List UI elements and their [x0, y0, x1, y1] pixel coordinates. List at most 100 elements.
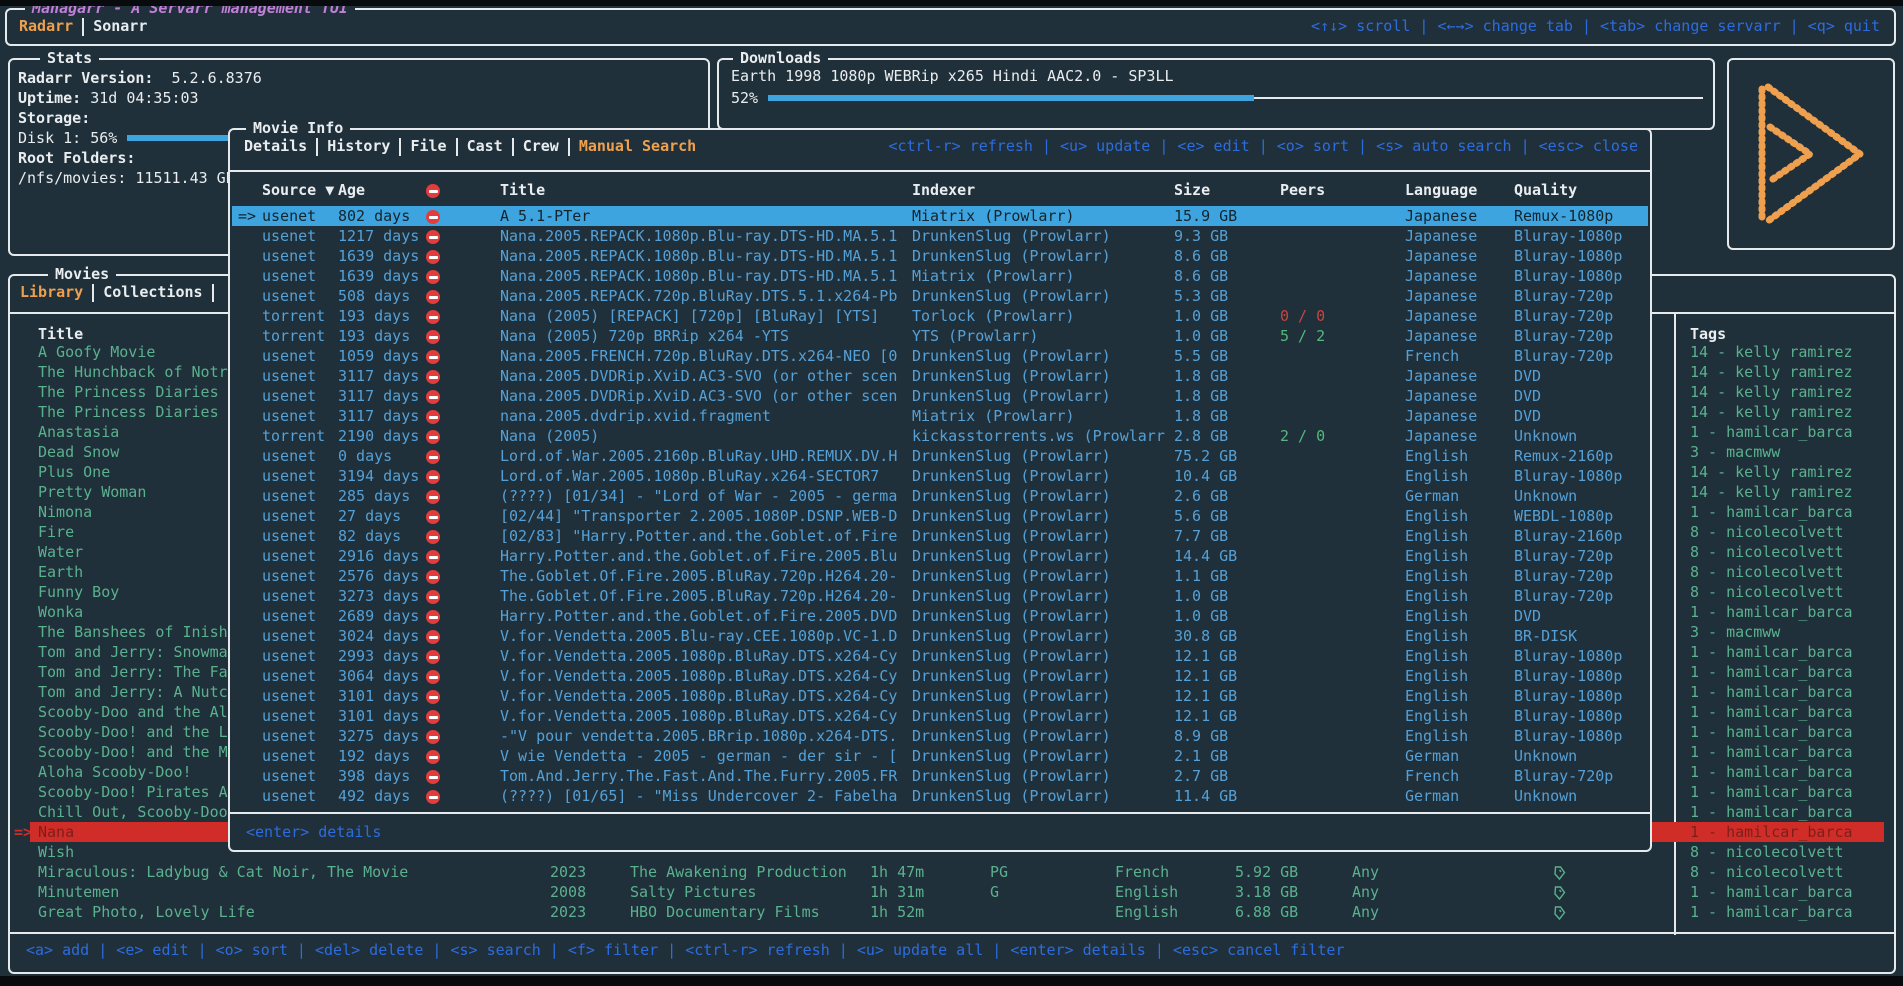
- downloads-panel: Downloads Earth 1998 1080p WEBRip x265 H…: [717, 58, 1715, 130]
- search-result-row[interactable]: usenet 2993 days V.for.Vendetta.2005.108…: [230, 646, 1650, 666]
- movies-tab-library[interactable]: Library: [20, 283, 83, 301]
- download-item[interactable]: Earth 1998 1080p WEBRip x265 Hindi AAC2.…: [731, 66, 1174, 86]
- col-title[interactable]: Title: [500, 180, 908, 200]
- version-label: Radarr Version:: [18, 69, 153, 87]
- search-result-row[interactable]: usenet 27 days [02/44] "Transporter 2.20…: [230, 506, 1650, 526]
- rejected-icon: [426, 709, 440, 729]
- search-result-row[interactable]: => usenet 802 days A 5.1-PTer Miatrix (P…: [230, 206, 1650, 226]
- movie-row[interactable]: Great Photo, Lovely Life 2023 HBO Docume…: [10, 902, 1894, 922]
- search-result-row[interactable]: usenet 3117 days Nana.2005.DVDRip.XviD.A…: [230, 366, 1650, 386]
- modal-tab-history[interactable]: History: [327, 137, 390, 155]
- movie-row[interactable]: Miraculous: Ladybug & Cat Noir, The Movi…: [10, 862, 1894, 882]
- tab-divider: [82, 18, 84, 36]
- col-indexer[interactable]: Indexer: [912, 180, 1170, 200]
- rejected-icon: [426, 269, 440, 289]
- search-result-row[interactable]: usenet 2576 days The.Goblet.Of.Fire.2005…: [230, 566, 1650, 586]
- tag-icon: [1553, 865, 1566, 885]
- bottom-strip: [0, 976, 1903, 986]
- rejected-icon: [426, 549, 440, 569]
- rejected-icon: [426, 569, 440, 589]
- downloads-title: Downloads: [733, 48, 828, 68]
- search-result-row[interactable]: torrent 193 days Nana (2005) [REPACK] [7…: [230, 306, 1650, 326]
- movie-row[interactable]: Minutemen 2008 Salty Pictures 1h 31m G E…: [10, 882, 1894, 902]
- modal-title: Movie Info: [246, 118, 350, 138]
- uptime-label: Uptime:: [18, 89, 81, 107]
- search-result-row[interactable]: usenet 3117 days nana.2005.dvdrip.xvid.f…: [230, 406, 1650, 426]
- movies-keybinds: <a> add | <e> edit | <o> sort | <del> de…: [26, 940, 1345, 960]
- col-peers[interactable]: Peers: [1280, 180, 1370, 200]
- rejected-icon: [426, 329, 440, 349]
- search-result-row[interactable]: usenet 3064 days V.for.Vendetta.2005.108…: [230, 666, 1650, 686]
- modal-keybinds: <ctrl-r> refresh | <u> update | <e> edit…: [888, 136, 1638, 156]
- search-result-row[interactable]: usenet 3101 days V.for.Vendetta.2005.108…: [230, 686, 1650, 706]
- search-result-row[interactable]: torrent 2190 days Nana (2005) kickasstor…: [230, 426, 1650, 446]
- servarr-tab-radarr[interactable]: Radarr: [19, 17, 73, 35]
- rejected-icon: [426, 489, 440, 509]
- search-result-row[interactable]: usenet 1639 days Nana.2005.REPACK.1080p.…: [230, 266, 1650, 286]
- uptime-value: 31d 04:35:03: [90, 89, 198, 107]
- col-size[interactable]: Size: [1174, 180, 1262, 200]
- rejected-icon: [426, 529, 440, 549]
- search-result-row[interactable]: usenet 1059 days Nana.2005.FRENCH.720p.B…: [230, 346, 1650, 366]
- movie-info-modal: Movie Info DetailsHistoryFileCastCrewMan…: [228, 128, 1652, 852]
- modal-header-separator: [230, 170, 1650, 172]
- tab-divider: [399, 138, 401, 156]
- modal-tab-manual-search[interactable]: Manual Search: [579, 137, 696, 155]
- managarr-logo-icon: [1748, 79, 1874, 229]
- modal-tab-cast[interactable]: Cast: [467, 137, 503, 155]
- search-result-row[interactable]: usenet 82 days [02/83] "Harry.Potter.and…: [230, 526, 1650, 546]
- search-result-row[interactable]: usenet 508 days Nana.2005.REPACK.720p.Bl…: [230, 286, 1650, 306]
- tab-divider: [456, 138, 458, 156]
- modal-tab-details[interactable]: Details: [244, 137, 307, 155]
- tab-divider: [568, 138, 570, 156]
- tab-divider: [212, 284, 214, 302]
- tab-divider: [92, 284, 94, 302]
- search-result-row[interactable]: usenet 0 days Lord.of.War.2005.2160p.Blu…: [230, 446, 1650, 466]
- modal-tab-file[interactable]: File: [410, 137, 446, 155]
- tag-icon: [1553, 905, 1566, 925]
- search-result-row[interactable]: usenet 3024 days V.for.Vendetta.2005.Blu…: [230, 626, 1650, 646]
- modal-footer-separator: [230, 812, 1650, 814]
- search-result-row[interactable]: usenet 2916 days Harry.Potter.and.the.Go…: [230, 546, 1650, 566]
- tab-divider: [512, 138, 514, 156]
- search-result-row[interactable]: usenet 1639 days Nana.2005.REPACK.1080p.…: [230, 246, 1650, 266]
- search-result-row[interactable]: usenet 285 days (????) [01/34] - "Lord o…: [230, 486, 1650, 506]
- col-age[interactable]: Age: [338, 180, 428, 200]
- download-progress-bar: [768, 97, 1703, 99]
- managarr-screen: Managarr - A Servarr management TUI Rada…: [0, 0, 1903, 986]
- col-source[interactable]: Source ▼: [262, 180, 344, 200]
- movies-tags-header: Tags: [1690, 324, 1726, 344]
- search-result-row[interactable]: usenet 492 days (????) [01/65] - "Miss U…: [230, 786, 1650, 806]
- search-result-row[interactable]: usenet 3275 days -"V pour vendetta.2005.…: [230, 726, 1650, 746]
- rejected-icon: [426, 369, 440, 389]
- col-quality[interactable]: Quality: [1514, 180, 1650, 200]
- rejected-icon: [426, 649, 440, 669]
- search-result-row[interactable]: usenet 3273 days The.Goblet.Of.Fire.2005…: [230, 586, 1650, 606]
- rejected-icon: [426, 729, 440, 749]
- modal-tab-crew[interactable]: Crew: [523, 137, 559, 155]
- modal-footer-keybinds: <enter> details: [246, 822, 381, 842]
- search-result-row[interactable]: usenet 3194 days Lord.of.War.2005.1080p.…: [230, 466, 1650, 486]
- selection-marker: =>: [14, 822, 32, 842]
- keybinds-separator: [10, 932, 1894, 934]
- search-result-row[interactable]: torrent 193 days Nana (2005) 720p BRRip …: [230, 326, 1650, 346]
- search-result-row[interactable]: usenet 192 days V wie Vendetta - 2005 - …: [230, 746, 1650, 766]
- rejected-icon: [426, 589, 440, 609]
- movies-tab-collections[interactable]: Collections: [103, 283, 202, 301]
- search-result-row[interactable]: usenet 398 days Tom.And.Jerry.The.Fast.A…: [230, 766, 1650, 786]
- rejected-icon: [426, 609, 440, 629]
- rejected-icon: [426, 349, 440, 369]
- rejected-icon: [426, 689, 440, 709]
- storage-label: Storage:: [18, 108, 90, 128]
- tab-divider: [316, 138, 318, 156]
- rejected-icon: [426, 209, 440, 229]
- movies-title: Movies: [48, 264, 116, 284]
- servarr-tab-sonarr[interactable]: Sonarr: [93, 17, 147, 35]
- global-keybinds: <↑↓> scroll | <←→> change tab | <tab> ch…: [1311, 16, 1880, 36]
- search-result-row[interactable]: usenet 3117 days Nana.2005.DVDRip.XviD.A…: [230, 386, 1650, 406]
- search-result-row[interactable]: usenet 1217 days Nana.2005.REPACK.1080p.…: [230, 226, 1650, 246]
- rejected-icon: [426, 749, 440, 769]
- search-result-row[interactable]: usenet 3101 days V.for.Vendetta.2005.108…: [230, 706, 1650, 726]
- col-language[interactable]: Language: [1405, 180, 1505, 200]
- search-result-row[interactable]: usenet 2689 days Harry.Potter.and.the.Go…: [230, 606, 1650, 626]
